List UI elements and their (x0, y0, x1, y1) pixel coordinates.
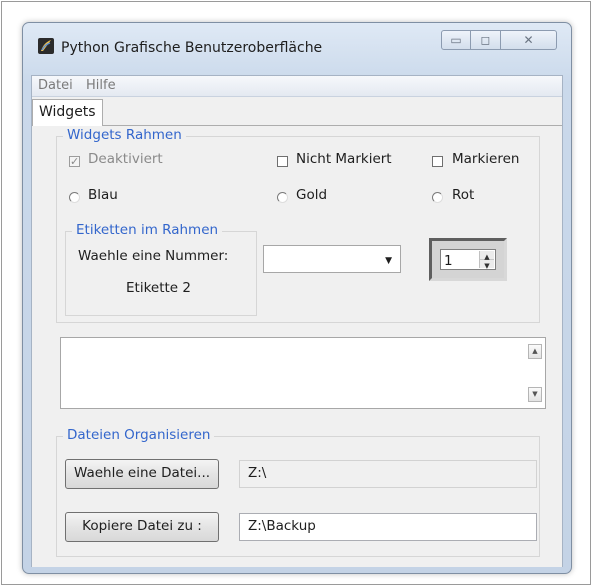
window-title: Python Grafische Benutzeroberfläche (61, 40, 323, 56)
maximize-button[interactable]: ◻ (471, 30, 501, 50)
radio-rot-label: Rot (452, 187, 475, 203)
checkbox-markieren-label: Markieren (452, 151, 520, 167)
radio-blau-label: Blau (88, 187, 118, 203)
spinbox-buttons: ▲ ▼ (479, 251, 494, 270)
label-waehle-nummer: Waehle eine Nummer: (78, 248, 229, 264)
close-button[interactable]: ✕ (501, 30, 557, 50)
checkbox-nicht-markiert-label: Nicht Markiert (296, 151, 392, 167)
files-frame-title: Dateien Organisieren (63, 427, 215, 443)
scroll-down-icon[interactable]: ▼ (528, 387, 542, 402)
number-spinbox[interactable]: 1 ▲ ▼ (429, 238, 507, 281)
spin-down-icon[interactable]: ▼ (480, 260, 494, 270)
spin-up-icon[interactable]: ▲ (480, 251, 494, 261)
menu-datei[interactable]: Datei (38, 78, 73, 93)
checkbox-deaktiviert[interactable]: ✓ (69, 156, 80, 167)
label-etikette-2: Etikette 2 (126, 280, 191, 296)
choose-file-button[interactable]: Waehle eine Datei... (65, 459, 219, 489)
widgets-frame-title: Widgets Rahmen (63, 127, 186, 143)
files-frame: Dateien Organisieren Waehle eine Datei..… (56, 427, 540, 557)
labels-frame: Etiketten im Rahmen Waehle eine Nummer: … (65, 222, 257, 316)
menu-hilfe[interactable]: Hilfe (86, 78, 116, 93)
radio-gold-label: Gold (296, 187, 328, 203)
spinbox-field: 1 ▲ ▼ (440, 249, 496, 270)
scroll-up-icon[interactable]: ▲ (528, 344, 542, 359)
copy-file-button[interactable]: Kopiere Datei zu : (65, 512, 219, 542)
checkbox-nicht-markiert[interactable] (277, 156, 288, 167)
widgets-tab-panel: Widgets Rahmen ✓ Deaktiviert Nicht Marki… (32, 125, 562, 567)
title-bar[interactable]: Python Grafische Benutzeroberfläche ▭ ◻ … (23, 23, 571, 73)
labels-frame-title: Etiketten im Rahmen (72, 222, 223, 238)
radio-gold[interactable] (277, 192, 288, 203)
widgets-frame: Widgets Rahmen ✓ Deaktiviert Nicht Marki… (56, 127, 540, 323)
spinbox-value: 1 (444, 253, 453, 269)
copy-destination-input[interactable]: Z:\Backup (239, 513, 537, 541)
radio-blau[interactable] (69, 192, 80, 203)
menu-bar: Datei Hilfe (32, 76, 562, 97)
minimize-button[interactable]: ▭ (441, 30, 471, 50)
checkbox-deaktiviert-label: Deaktiviert (88, 151, 163, 167)
client-area: Datei Hilfe Widgets Widgets Rahmen ✓ Dea… (31, 75, 563, 567)
vertical-scrollbar[interactable]: ▲ ▼ (525, 338, 545, 408)
chevron-down-icon[interactable]: ▼ (385, 256, 392, 266)
window-controls: ▭ ◻ ✕ (441, 30, 559, 52)
tab-widgets[interactable]: Widgets (32, 99, 103, 126)
radio-rot[interactable] (432, 192, 443, 203)
checkbox-markieren[interactable] (432, 156, 443, 167)
python-feather-icon (38, 38, 54, 54)
scrolled-text[interactable]: ▲ ▼ (60, 337, 546, 409)
choose-file-path: Z:\ (239, 460, 537, 488)
number-combobox[interactable]: ▼ (263, 245, 401, 273)
app-window: Python Grafische Benutzeroberfläche ▭ ◻ … (22, 22, 572, 574)
